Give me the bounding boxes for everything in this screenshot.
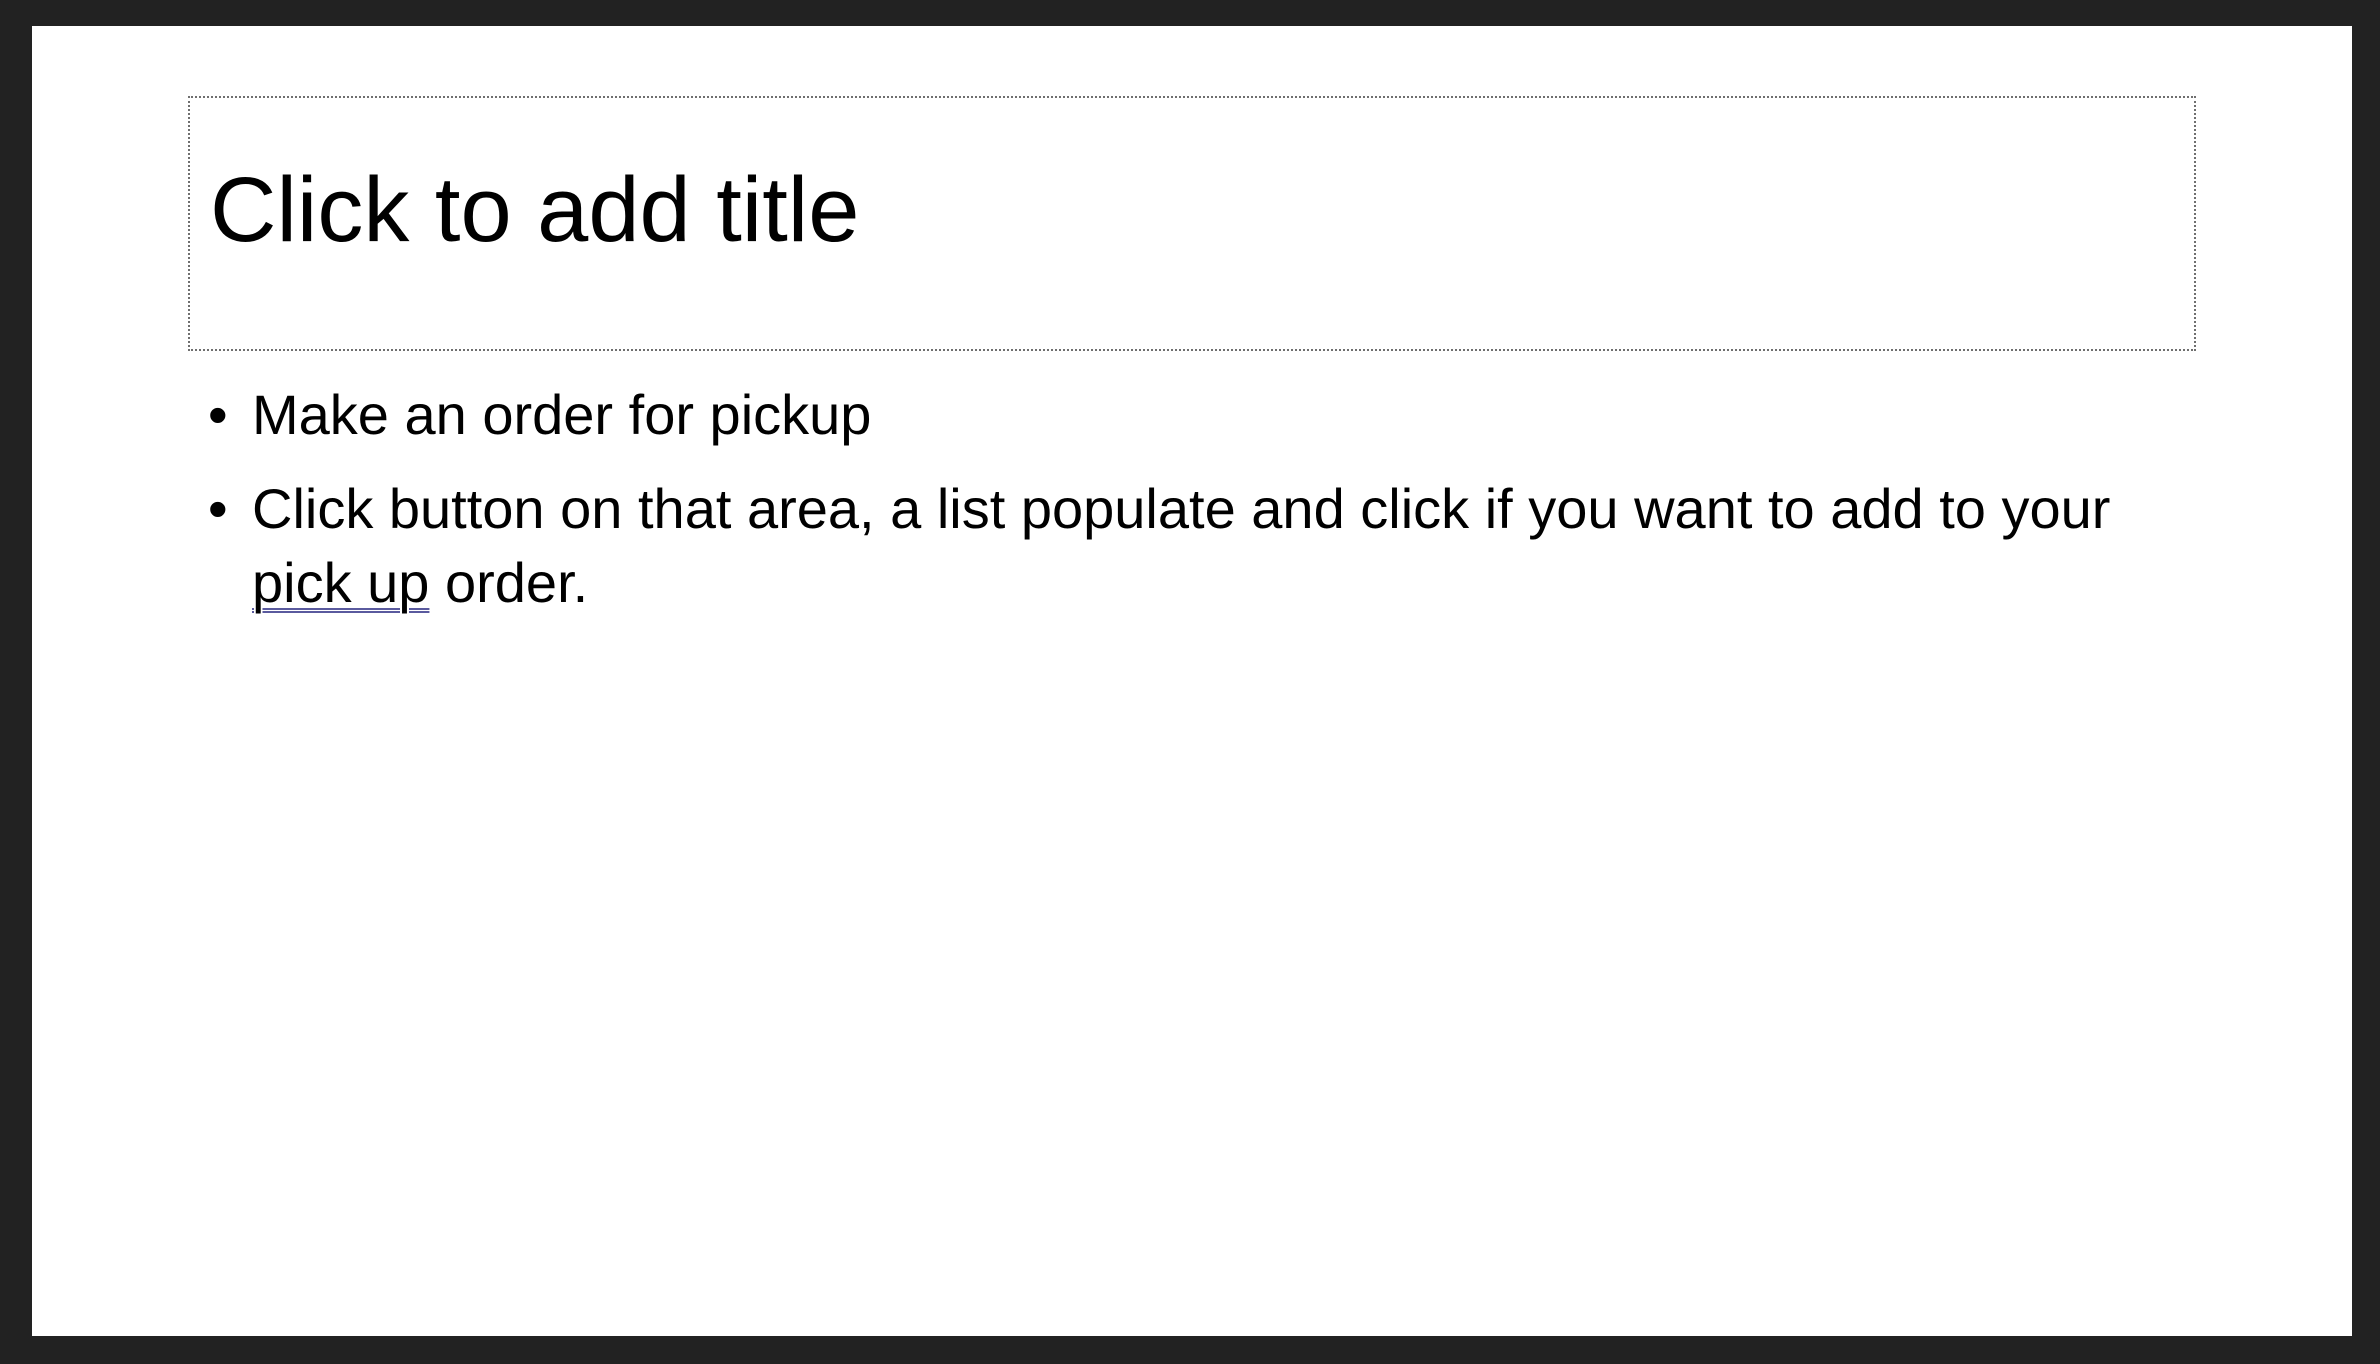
bullet-text: Make an order for pickup — [252, 383, 872, 446]
bullet-list: • Make an order for pickup • Click butto… — [208, 378, 2208, 620]
content-placeholder[interactable]: • Make an order for pickup • Click butto… — [208, 378, 2208, 1278]
bullet-text-start: Click button on that area, a list popula… — [252, 477, 2111, 540]
bullet-item: • Make an order for pickup — [208, 378, 2192, 452]
title-placeholder[interactable]: Click to add title — [188, 96, 2196, 351]
slide-canvas[interactable]: Click to add title • Make an order for p… — [32, 26, 2352, 1336]
proofing-flagged-text[interactable]: pick up — [252, 551, 429, 614]
bullet-text-end: order. — [429, 551, 589, 614]
bullet-dot-icon: • — [208, 477, 228, 540]
bullet-dot-icon: • — [208, 383, 228, 446]
title-placeholder-text: Click to add title — [210, 159, 860, 261]
bullet-item: • Click button on that area, a list popu… — [208, 472, 2162, 620]
